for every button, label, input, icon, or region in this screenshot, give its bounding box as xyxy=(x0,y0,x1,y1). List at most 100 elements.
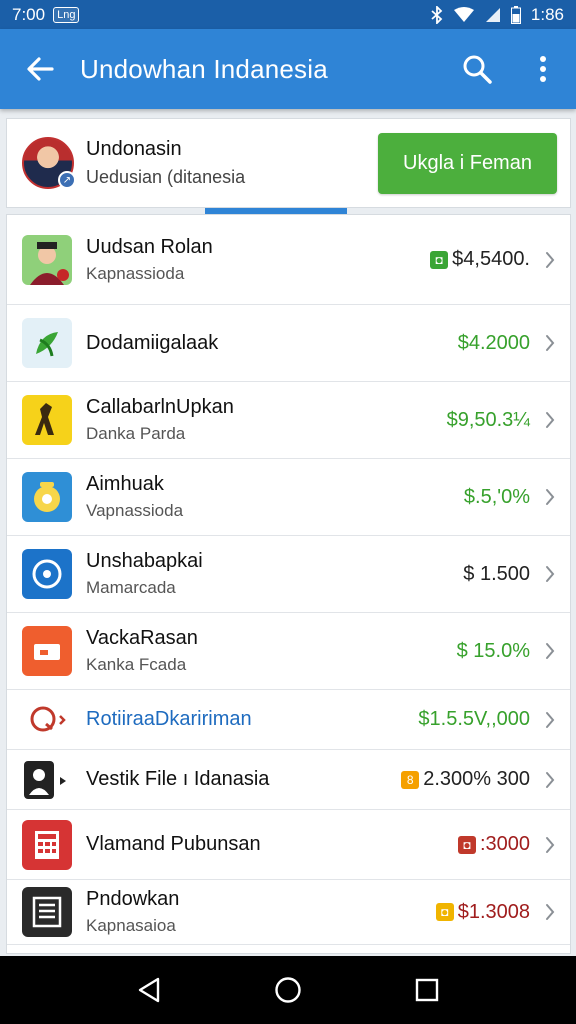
list-item-amount: 8 2.300% 300 xyxy=(401,768,530,791)
list-item-amount-text: $1.5.5V,,000 xyxy=(418,708,530,730)
list-item-amount-text: $4.2000 xyxy=(457,331,530,354)
list-item[interactable]: Vestik File ı Idanasia 8 2.300% 300 xyxy=(7,750,570,810)
list-item-title: Unshabapkai xyxy=(86,550,203,572)
list-item-amount-text: $ 1.500 xyxy=(463,562,530,585)
back-arrow-icon xyxy=(27,57,54,81)
person-photo-icon xyxy=(22,234,72,285)
list-item-title: Dodamiigalaak xyxy=(86,331,219,354)
chevron-right-icon xyxy=(530,836,570,854)
chevron-right-icon xyxy=(530,642,570,660)
verified-icon: ↗ xyxy=(58,171,76,189)
list-item[interactable]: RotiiraaDkaririman $1.5.5V,,000 xyxy=(7,690,570,750)
account-subtitle: Uedusian (ditanesia xyxy=(86,167,246,187)
chevron-right-icon xyxy=(530,411,570,429)
app-bar: Undowhan Indanesia xyxy=(0,29,576,109)
list-item-title: RotiiraaDkaririman xyxy=(86,708,252,730)
bluetooth-icon xyxy=(431,5,443,24)
wallet-icon xyxy=(22,626,72,676)
list-item-amount: $ 1.500 xyxy=(463,563,530,586)
list-item-title: Pndowkan xyxy=(86,888,180,910)
list-item-amount-text: $4,5400. xyxy=(452,248,530,270)
list-item-subtitle: Danka Parda xyxy=(86,424,186,443)
list-item-amount-text: 2.300% 300 xyxy=(423,768,530,790)
chevron-right-icon xyxy=(530,334,570,352)
list-item[interactable]: Pndowkan Kapnasaioa ◘ $1.3008 xyxy=(7,880,570,945)
list-item-amount: ◘ $1.3008 xyxy=(435,900,530,924)
amount-badge-icon: ◘ xyxy=(435,903,454,921)
list-item[interactable]: Vlamand Pubunsan ◘:3000 xyxy=(7,810,570,880)
figure-icon xyxy=(22,395,72,445)
list-item[interactable]: Unshabapkai Mamarcada $ 1.500 xyxy=(7,536,570,613)
account-card: ↗ Undonasin Uedusian (ditanesia Ukgla i … xyxy=(6,118,571,208)
chevron-right-icon xyxy=(530,488,570,506)
alarm-clock-icon xyxy=(22,472,72,522)
list-item-amount: ◘ $4,5400. xyxy=(430,248,530,271)
list-item-amount: $ 15.0% xyxy=(457,640,530,663)
amount-badge-icon: ◘ xyxy=(457,835,476,854)
document-icon xyxy=(22,887,72,937)
amount-badge-icon: ◘ xyxy=(430,250,449,269)
more-vert-icon xyxy=(540,56,546,82)
back-button[interactable] xyxy=(0,29,80,109)
list-item-amount-text: $ 15.0% xyxy=(456,639,530,662)
chevron-right-icon xyxy=(530,565,570,583)
leaf-logo-icon xyxy=(22,318,72,368)
list-item[interactable]: Dodamiigalaak $4.2000 xyxy=(7,305,570,382)
app-bar-title: Undowhan Indanesia xyxy=(80,53,328,84)
nav-back-icon xyxy=(139,977,160,1003)
amount-badge-icon: 8 xyxy=(401,770,420,789)
calculator-icon xyxy=(22,819,72,870)
list-item-title: Aimhuak xyxy=(86,473,164,495)
transaction-list: Uudsan Rolan Kapnassioda ◘ $4,5400. Dodamiig… xyxy=(6,214,571,954)
list-item-amount: $9,50.3¼ xyxy=(447,409,530,432)
list-item-amount: $1.5.5V,,000 xyxy=(418,708,530,731)
list-item-title: Vestik File ı Idanasia xyxy=(86,768,270,790)
chevron-right-icon xyxy=(530,771,570,789)
list-item-subtitle: Kanka Fcada xyxy=(86,655,187,674)
list-item-amount-text: :3000 xyxy=(479,833,530,855)
more-options-button[interactable] xyxy=(510,29,576,109)
search-icon xyxy=(463,55,492,84)
list-item-subtitle: Mamarcada xyxy=(86,578,176,597)
chevron-right-icon xyxy=(530,711,570,729)
list-item-subtitle: Kapnasaioa xyxy=(86,916,176,935)
status-bar: 7:00 Lng 1:86 xyxy=(0,0,576,29)
contact-icon xyxy=(22,755,72,805)
list-item[interactable]: Aimhuak Vapnassioda $.5,'0% xyxy=(7,459,570,536)
nav-recents-icon xyxy=(415,978,438,1002)
list-item[interactable]: CallabarlnUpkan Danka Parda $9,50.3¼ xyxy=(7,382,570,459)
nav-recents-button[interactable] xyxy=(397,960,457,1020)
list-item-title: Vlamand Pubunsan xyxy=(86,833,261,855)
account-name: Undonasin xyxy=(86,138,182,160)
signal-icon xyxy=(485,7,500,22)
list-item-subtitle: Kapnassioda xyxy=(86,263,185,283)
wifi-icon xyxy=(453,6,474,22)
battery-icon xyxy=(510,5,521,24)
chevron-right-icon xyxy=(530,251,570,269)
search-button[interactable] xyxy=(444,29,510,109)
list-item-title: Uudsan Rolan xyxy=(86,235,213,258)
status-time: 7:00 xyxy=(12,4,46,24)
list-item-amount: $4.2000 xyxy=(458,332,530,355)
compass-icon xyxy=(22,549,72,599)
list-item[interactable]: VackaRasan Kanka Fcada $ 15.0% xyxy=(7,613,570,690)
list-item-amount: ◘:3000 xyxy=(457,833,530,856)
navigation-bar xyxy=(0,956,576,1024)
status-badge: Lng xyxy=(53,6,80,23)
list-item-amount-text: $9,50.3¼ xyxy=(446,408,530,431)
list-item-amount-text: $.5,'0% xyxy=(463,485,530,508)
chat-bubble-icon xyxy=(22,694,72,745)
primary-action-button[interactable]: Ukgla i Feman xyxy=(378,132,557,194)
list-item-subtitle: Vapnassioda xyxy=(86,501,184,520)
chevron-right-icon xyxy=(530,903,570,921)
list-item-title: CallabarlnUpkan xyxy=(86,396,234,418)
nav-home-button[interactable] xyxy=(258,960,318,1020)
status-right-text: 1:86 xyxy=(530,4,564,24)
list-item[interactable]: Uudsan Rolan Kapnassioda ◘ $4,5400. xyxy=(7,215,570,305)
nav-back-button[interactable] xyxy=(119,960,179,1020)
nav-home-icon xyxy=(275,977,301,1003)
avatar[interactable]: ↗ xyxy=(22,137,76,189)
list-item-amount-text: $1.3008 xyxy=(457,900,530,923)
list-item-title: VackaRasan xyxy=(86,627,198,649)
list-item-amount: $.5,'0% xyxy=(464,486,530,509)
